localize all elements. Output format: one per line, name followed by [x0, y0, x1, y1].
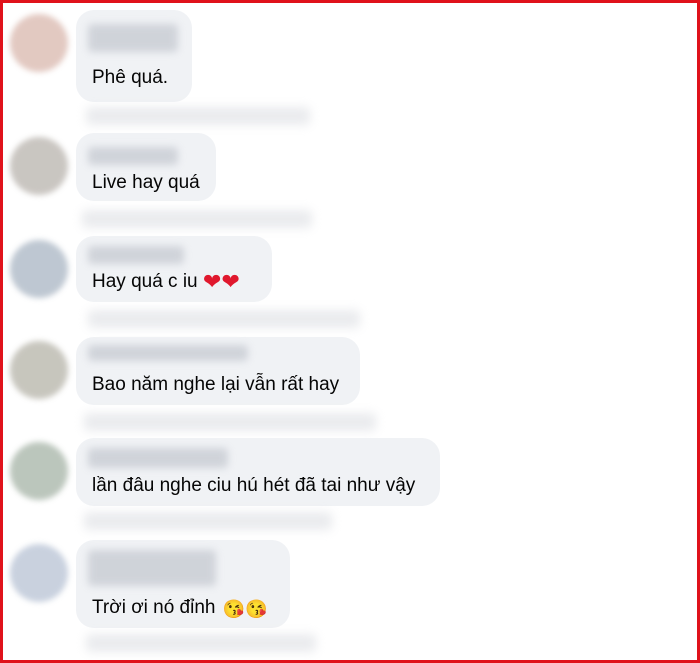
avatar[interactable]: [10, 341, 68, 399]
comment-text: Hay quá c iu ❤❤: [92, 270, 240, 294]
comment-bubble: Live hay quá: [76, 133, 216, 201]
comment-actions-blurred[interactable]: [84, 512, 332, 530]
comment-text: Phê quá.: [92, 67, 169, 88]
comment-actions-blurred[interactable]: [86, 634, 316, 652]
comment-actions-blurred[interactable]: [84, 413, 376, 431]
commenter-name-blurred[interactable]: [88, 246, 184, 264]
comment-actions-blurred[interactable]: [88, 310, 360, 328]
avatar[interactable]: [10, 240, 68, 298]
avatar[interactable]: [10, 442, 68, 500]
comment-text-content: Hay quá c iu: [92, 271, 203, 292]
commenter-name-blurred[interactable]: [88, 24, 178, 52]
comment-text: Bao năm nghe lại vẫn rất hay: [92, 374, 340, 395]
avatar[interactable]: [10, 137, 68, 195]
comment-actions-blurred[interactable]: [82, 210, 312, 228]
commenter-name-blurred[interactable]: [88, 147, 178, 165]
comment-bubble: Hay quá c iu ❤❤: [76, 236, 272, 302]
commenter-name-blurred[interactable]: [88, 448, 228, 468]
commenter-name-blurred[interactable]: [88, 345, 248, 361]
avatar[interactable]: [10, 544, 68, 602]
comment-bubble: Trời ơi nó đỉnh 😘😘: [76, 540, 290, 628]
comment-bubble: lần đâu nghe ciu hú hét đã tai như vậy: [76, 438, 440, 506]
comment-actions-blurred[interactable]: [86, 107, 310, 125]
comment-text-content: Trời ơi nó đỉnh: [92, 597, 221, 618]
comment-text: lần đâu nghe ciu hú hét đã tai như vậy: [92, 475, 416, 496]
comment-text: Trời ơi nó đỉnh 😘😘: [92, 596, 268, 621]
heart-emoji-icon: ❤❤: [202, 269, 240, 294]
comment-bubble: Phê quá.: [76, 10, 192, 102]
avatar[interactable]: [10, 14, 68, 72]
comment-bubble: Bao năm nghe lại vẫn rất hay: [76, 337, 360, 405]
kissing-face-emoji-icon: 😘😘: [222, 599, 268, 619]
comment-text: Live hay quá: [92, 172, 200, 193]
commenter-name-blurred[interactable]: [88, 550, 216, 586]
